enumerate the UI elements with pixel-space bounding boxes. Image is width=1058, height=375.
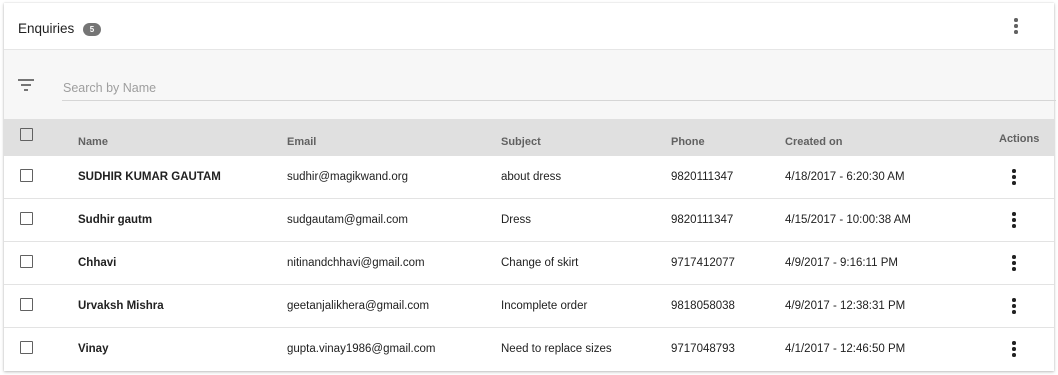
row-created-on: 4/1/2017 - 12:46:50 PM xyxy=(785,343,906,355)
enquiries-card: Enquiries 5 Name Email Subject Phone Cre… xyxy=(4,3,1056,371)
row-email: sudgautam@gmail.com xyxy=(287,214,408,226)
column-header-email[interactable]: Email xyxy=(287,136,316,148)
row-name: Chhavi xyxy=(78,257,117,269)
row-phone: 9717412077 xyxy=(671,257,735,269)
row-actions-more-vert-icon[interactable] xyxy=(1006,166,1022,188)
row-actions-more-vert-icon[interactable] xyxy=(1006,209,1022,231)
row-email: geetanjalikhera@gmail.com xyxy=(287,300,430,312)
row-checkbox[interactable] xyxy=(20,255,33,268)
row-subject: Incomplete order xyxy=(501,300,588,312)
search-input[interactable] xyxy=(62,75,1056,101)
row-checkbox[interactable] xyxy=(20,212,33,225)
row-subject: about dress xyxy=(501,171,562,183)
row-email: gupta.vinay1986@gmail.com xyxy=(287,343,436,355)
column-header-phone[interactable]: Phone xyxy=(671,136,705,148)
row-subject: Dress xyxy=(501,214,532,226)
column-header-subject[interactable]: Subject xyxy=(501,136,541,148)
row-name: Vinay xyxy=(78,343,109,355)
more-vert-icon[interactable] xyxy=(1008,15,1024,37)
card-header: Enquiries 5 xyxy=(4,3,1054,50)
row-email: nitinandchhavi@gmail.com xyxy=(287,257,425,269)
row-name: Sudhir gautm xyxy=(78,214,153,226)
row-phone: 9818058038 xyxy=(671,300,735,312)
column-header-actions: Actions xyxy=(999,133,1040,145)
row-created-on: 4/9/2017 - 9:16:11 PM xyxy=(785,257,898,269)
table-header: Name Email Subject Phone Created on Acti… xyxy=(4,119,1054,156)
row-actions-more-vert-icon[interactable] xyxy=(1006,295,1022,317)
table-row: Sudhir gautm sudgautam@gmail.com Dress 9… xyxy=(4,199,1054,242)
table-row: Urvaksh Mishra geetanjalikhera@gmail.com… xyxy=(4,285,1054,328)
row-created-on: 4/18/2017 - 6:20:30 AM xyxy=(785,171,905,183)
table-row: Chhavi nitinandchhavi@gmail.com Change o… xyxy=(4,242,1054,285)
count-badge: 5 xyxy=(83,23,101,36)
row-actions-more-vert-icon[interactable] xyxy=(1006,252,1022,274)
row-subject: Need to replace sizes xyxy=(501,343,612,355)
page-title: Enquiries xyxy=(18,21,75,36)
column-header-created-on[interactable]: Created on xyxy=(785,136,842,148)
search-bar xyxy=(4,50,1056,119)
row-checkbox[interactable] xyxy=(20,169,33,182)
row-checkbox[interactable] xyxy=(20,341,33,354)
row-phone: 9717048793 xyxy=(671,343,735,355)
column-header-name[interactable]: Name xyxy=(78,136,108,148)
filter-icon[interactable] xyxy=(18,79,36,91)
table-row: Vinay gupta.vinay1986@gmail.com Need to … xyxy=(4,328,1054,371)
row-phone: 9820111347 xyxy=(671,171,734,183)
row-name: SUDHIR KUMAR GAUTAM xyxy=(78,171,221,183)
row-checkbox[interactable] xyxy=(20,298,33,311)
table-row: SUDHIR KUMAR GAUTAM sudhir@magikwand.org… xyxy=(4,156,1054,199)
row-email: sudhir@magikwand.org xyxy=(287,171,408,183)
row-phone: 9820111347 xyxy=(671,214,734,226)
row-created-on: 4/15/2017 - 10:00:38 AM xyxy=(785,214,911,226)
row-created-on: 4/9/2017 - 12:38:31 PM xyxy=(785,300,906,312)
select-all-checkbox[interactable] xyxy=(20,128,33,141)
row-subject: Change of skirt xyxy=(501,257,579,269)
row-name: Urvaksh Mishra xyxy=(78,300,164,312)
row-actions-more-vert-icon[interactable] xyxy=(1006,338,1022,360)
